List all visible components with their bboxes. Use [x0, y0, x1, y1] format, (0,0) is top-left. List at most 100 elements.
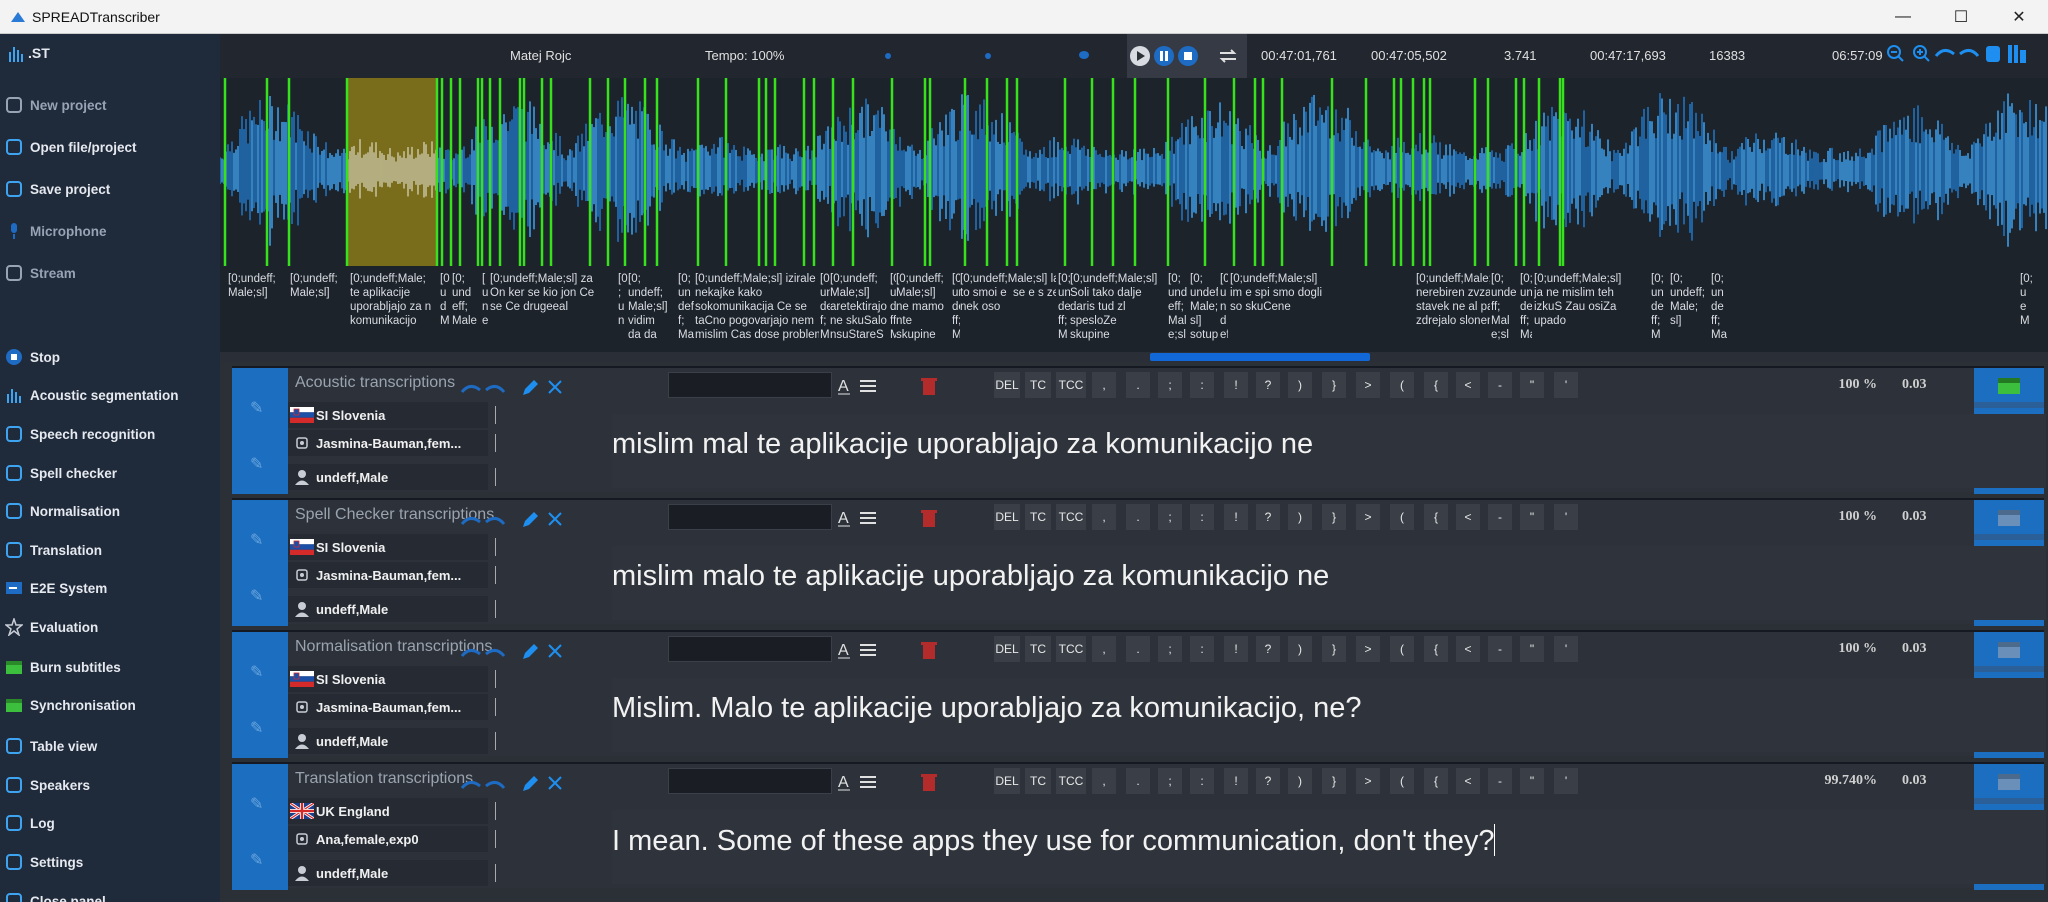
pencil-icon[interactable]: ✎	[250, 794, 268, 813]
zoom-out-icon[interactable]	[1887, 45, 1904, 62]
segment-search-input[interactable]	[668, 636, 832, 662]
segment-label[interactable]: [0 ; u n	[618, 272, 628, 352]
tag-button[interactable]: <	[1456, 768, 1480, 794]
transcription-text[interactable]: mislim mal te aplikacije uporabljajo za …	[612, 414, 2046, 488]
segment-label[interactable]: [0;undeff; Male;sl]	[290, 272, 348, 352]
clapper-icon[interactable]	[1996, 506, 2022, 528]
voice-selector[interactable]: Jasmina-Bauman,fem...	[288, 562, 496, 588]
tag-button[interactable]: >	[1356, 768, 1380, 794]
clapper-icon[interactable]	[1996, 374, 2022, 396]
tag-button[interactable]: ,	[1092, 636, 1116, 662]
tag-button[interactable]: <	[1456, 636, 1480, 662]
pencil-icon[interactable]: ✎	[250, 454, 268, 473]
redo-icon[interactable]	[1959, 49, 1980, 57]
language-selector[interactable]: SI Slovenia	[288, 666, 496, 692]
tag-button[interactable]: !	[1224, 636, 1248, 662]
sidebar-item-microphone[interactable]: Microphone	[4, 216, 216, 246]
tag-button[interactable]: "	[1520, 768, 1544, 794]
undo-icon[interactable]	[1934, 49, 1955, 57]
clapper-icon[interactable]	[1996, 770, 2022, 792]
tag-button[interactable]: '	[1554, 768, 1578, 794]
voice-selector[interactable]: Jasmina-Bauman,fem...	[288, 694, 496, 720]
tag-button[interactable]: .	[1126, 636, 1150, 662]
tag-button[interactable]: "	[1520, 372, 1544, 398]
segment-label[interactable]: [0;undeff;Male; te aplikacije uporabljaj…	[350, 272, 440, 352]
slider-dot[interactable]	[885, 53, 891, 59]
tag-button[interactable]: }	[1322, 372, 1346, 398]
segment-label[interactable]: [0;undeff;Male;sl] izirale s nekajke kak…	[695, 272, 819, 352]
sidebar-item-table-view[interactable]: Table view	[4, 731, 216, 761]
segment-search-input[interactable]	[668, 504, 832, 530]
tag-button[interactable]: !	[1224, 372, 1248, 398]
font-format-icons[interactable]: A	[838, 376, 878, 396]
tag-button[interactable]: '	[1554, 636, 1578, 662]
tag-button[interactable]: )	[1288, 636, 1312, 662]
edit-icon[interactable]	[520, 642, 540, 662]
tag-button[interactable]: TCC	[1056, 768, 1086, 794]
tag-button[interactable]: (	[1390, 768, 1414, 794]
tag-button[interactable]: DEL	[994, 504, 1020, 530]
horizontal-scrollbar[interactable]	[220, 352, 2048, 362]
sidebar-item-e2e-system[interactable]: E2E System	[4, 573, 216, 603]
delete-icon[interactable]	[920, 508, 938, 528]
pencil-icon[interactable]: ✎	[250, 718, 268, 737]
segment-label[interactable]: [0;undeff;Male;sl] im e spi smo dogli so…	[1230, 272, 1410, 352]
speaker-selector[interactable]: undeff,Male	[288, 596, 496, 622]
clear-icon[interactable]	[546, 642, 564, 660]
tag-button[interactable]: .	[1126, 504, 1150, 530]
tag-button[interactable]: ,	[1092, 504, 1116, 530]
pencil-icon[interactable]: ✎	[250, 662, 268, 681]
tag-button[interactable]: ;	[1158, 636, 1182, 662]
sidebar-item-burn-subtitles[interactable]: Burn subtitles	[4, 652, 216, 682]
segment-label[interactable]: [0; undeff; Male; sl] sotupi	[1190, 272, 1218, 352]
loop-icon[interactable]	[1217, 45, 1239, 67]
segment-label[interactable]: [0; u n d eff	[1220, 272, 1228, 352]
close-button[interactable]: ✕	[1990, 0, 2048, 34]
segment-label[interactable]: [ u n e	[482, 272, 490, 352]
tag-button[interactable]: >	[1356, 636, 1380, 662]
waveform[interactable]	[220, 78, 2048, 266]
tag-button[interactable]: TC	[1025, 372, 1051, 398]
tag-button[interactable]: )	[1288, 504, 1312, 530]
slider-dot[interactable]	[985, 53, 991, 59]
sidebar-item-speakers[interactable]: Speakers	[4, 770, 216, 800]
segment-label[interactable]: [0;undeff;Male;sl] za On ker se kio jon …	[490, 272, 616, 352]
tag-button[interactable]: !	[1224, 504, 1248, 530]
font-format-icons[interactable]: A	[838, 508, 878, 528]
tag-button[interactable]: ?	[1256, 768, 1280, 794]
sidebar-item-close-panel[interactable]: Close panel	[4, 886, 216, 902]
edit-icon[interactable]	[520, 378, 540, 398]
speaker-selector[interactable]: undeff,Male	[288, 728, 496, 754]
tag-button[interactable]: :	[1190, 504, 1214, 530]
segment-label[interactable]: [0; u e M	[2020, 272, 2046, 352]
sidebar-item-speech-recognition[interactable]: Speech recognition	[4, 419, 216, 449]
tag-button[interactable]: .	[1126, 768, 1150, 794]
pencil-icon[interactable]: ✎	[250, 586, 268, 605]
tag-button[interactable]: }	[1322, 768, 1346, 794]
tag-button[interactable]: -	[1488, 504, 1512, 530]
segment-label[interactable]: [0; undeff; Male;sl] vidim da da	[628, 272, 676, 352]
tag-button[interactable]: :	[1190, 636, 1214, 662]
tag-button[interactable]: <	[1456, 372, 1480, 398]
sidebar-item-open-file-project[interactable]: Open file/project	[4, 132, 216, 162]
tag-button[interactable]: -	[1488, 636, 1512, 662]
language-selector[interactable]: UK England	[288, 798, 496, 824]
segment-label[interactable]: [0; unde ff; Mal e;sl	[1491, 272, 1517, 352]
tag-button[interactable]: TCC	[1056, 504, 1086, 530]
segment-label[interactable]: [0; un de ff; M	[1651, 272, 1669, 352]
tag-button[interactable]: {	[1424, 372, 1448, 398]
tag-button[interactable]: {	[1424, 636, 1448, 662]
tag-button[interactable]: TC	[1025, 636, 1051, 662]
tag-button[interactable]: :	[1190, 372, 1214, 398]
tag-button[interactable]: TCC	[1056, 636, 1086, 662]
transcription-text[interactable]: Mislim. Malo te aplikacije uporabljajo z…	[612, 678, 2046, 752]
tag-button[interactable]: !	[1224, 768, 1248, 794]
tag-button[interactable]: -	[1488, 768, 1512, 794]
undo-redo-icons[interactable]	[458, 642, 514, 662]
tag-button[interactable]: ?	[1256, 504, 1280, 530]
sidebar-item-stop[interactable]: Stop	[4, 342, 216, 372]
sidebar-item-evaluation[interactable]: Evaluation	[4, 612, 216, 642]
sidebar-item-save-project[interactable]: Save project	[4, 174, 216, 204]
tag-button[interactable]: >	[1356, 504, 1380, 530]
speaker-selector[interactable]: undeff,Male	[288, 860, 496, 886]
